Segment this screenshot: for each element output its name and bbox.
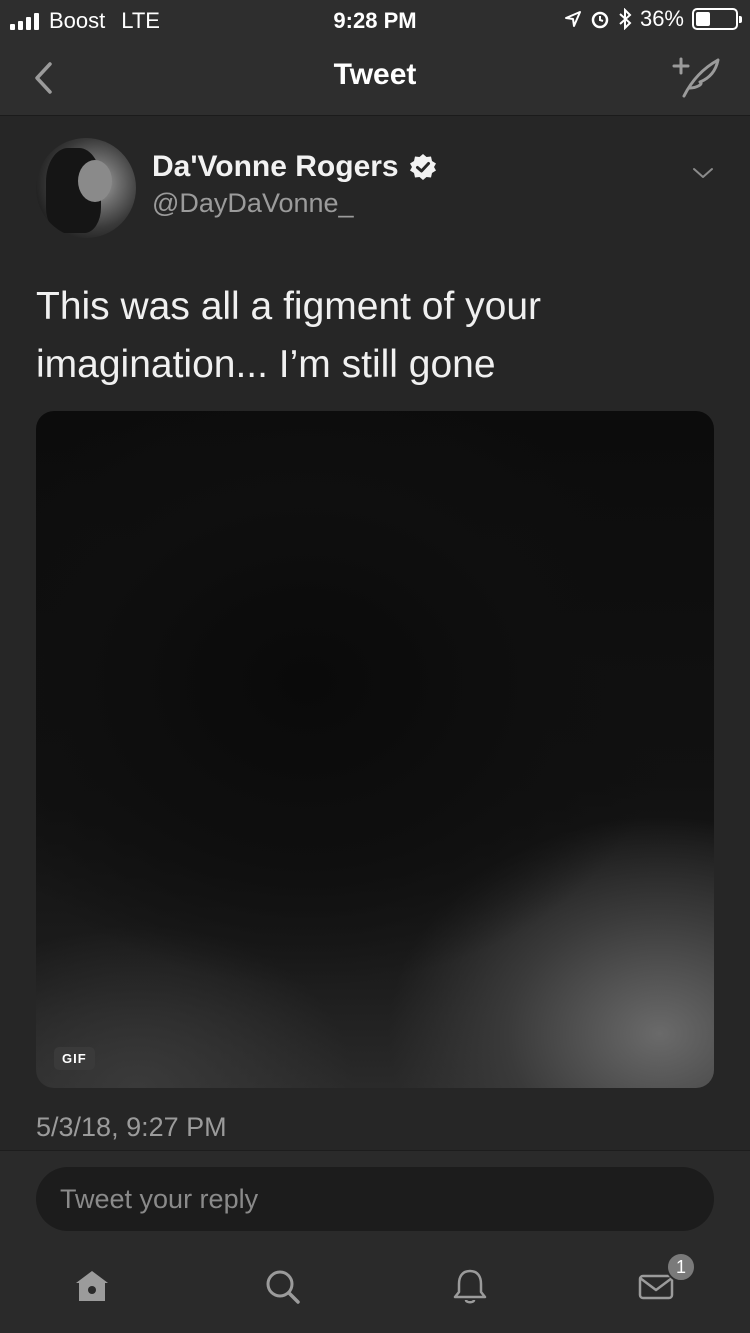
- reply-input[interactable]: [36, 1167, 714, 1231]
- alarm-icon: [591, 11, 609, 29]
- battery-fill: [696, 12, 710, 26]
- navigation-bar: Tweet: [0, 38, 750, 116]
- tweet-text: This was all a figment of your imaginati…: [36, 285, 542, 386]
- bluetooth-icon: [619, 8, 632, 30]
- author-name-row[interactable]: Da'Vonne Rogers: [152, 150, 437, 184]
- tweet-timestamp: 5/3/18, 9:27 PM: [36, 1112, 227, 1142]
- location-arrow-icon: [564, 11, 581, 27]
- chevron-down-icon[interactable]: [690, 160, 716, 186]
- gif-media[interactable]: GIF: [36, 411, 714, 1088]
- home-icon: [76, 1271, 108, 1301]
- tab-bar: 1: [0, 1248, 750, 1333]
- compose-tweet-button[interactable]: [670, 54, 722, 100]
- reply-bar: [0, 1150, 750, 1248]
- battery-percent: 36%: [639, 6, 684, 31]
- gif-badge: GIF: [54, 1047, 95, 1070]
- status-bar: Boost LTE 9:28 PM 36%: [0, 0, 750, 38]
- tab-notifications[interactable]: [450, 1266, 496, 1312]
- tab-messages[interactable]: 1: [636, 1252, 696, 1312]
- unread-messages-badge: 1: [666, 1252, 696, 1282]
- verified-badge-icon: [409, 154, 436, 180]
- author-name[interactable]: Da'Vonne Rogers: [152, 150, 399, 184]
- author-handle[interactable]: @DayDaVonne_: [152, 188, 354, 219]
- tab-search[interactable]: [262, 1266, 308, 1312]
- avatar-face: [78, 160, 112, 202]
- bell-icon: [453, 1269, 487, 1304]
- search-icon: [266, 1270, 300, 1304]
- battery-icon: [692, 8, 742, 30]
- status-right: 36%: [564, 6, 742, 32]
- avatar[interactable]: [36, 138, 136, 238]
- tab-home[interactable]: [72, 1266, 118, 1312]
- page-title: Tweet: [333, 58, 417, 91]
